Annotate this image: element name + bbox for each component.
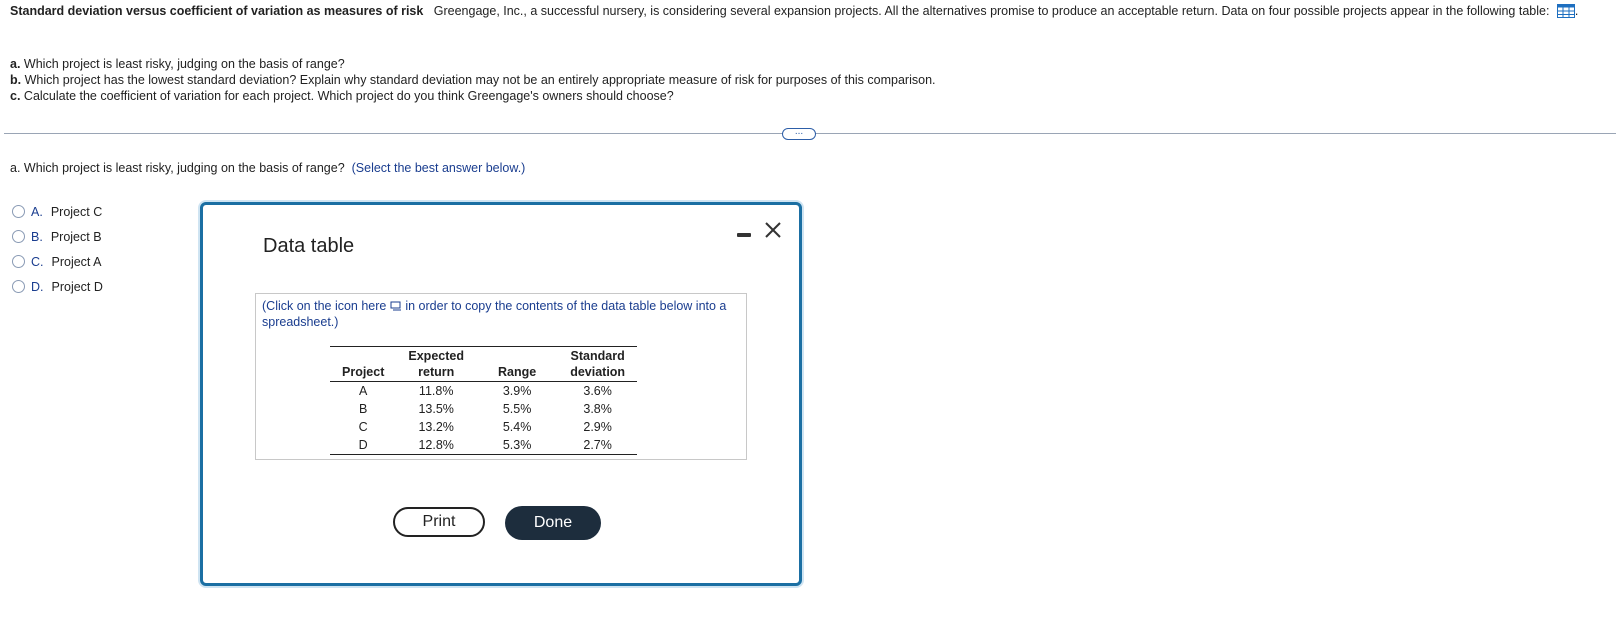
table-cell: 12.8% [418, 438, 454, 452]
table-cell: 3.9% [502, 384, 532, 398]
table-cell: 3.8% [583, 402, 612, 416]
problem-text: Greengage, Inc., a successful nursery, i… [433, 4, 1550, 18]
table-cell: B [359, 402, 368, 416]
table-cell: 5.5% [502, 402, 532, 416]
radio-icon[interactable] [12, 205, 25, 218]
copy-icon[interactable] [390, 299, 402, 311]
table-row: C 13.2% 5.4% 2.9% [330, 418, 637, 436]
column-header: Range [497, 365, 537, 379]
table-header-row: Project Expected return Range Standard dev… [330, 346, 638, 382]
table-cell: 2.7% [583, 438, 612, 452]
option-d[interactable]: D. Project D [12, 274, 103, 299]
option-c[interactable]: C. Project A [12, 249, 103, 274]
column-header: Project [342, 365, 385, 379]
table-grid-icon[interactable] [1556, 4, 1575, 18]
question-a-row: a. Which project is least risky, judging… [10, 57, 345, 71]
radio-icon[interactable] [12, 255, 25, 268]
answer-options: A. Project C B. Project B C. Project A D… [12, 199, 103, 299]
radio-icon[interactable] [12, 230, 25, 243]
data-table: Project Expected return Range Standard dev… [330, 346, 638, 455]
minimize-icon[interactable] [737, 233, 751, 237]
current-question-text: a. Which project is least risky, judging… [10, 161, 345, 175]
current-question-hint: (Select the best answer below.) [351, 161, 526, 175]
question-b-row: b. Which project has the lowest standard… [10, 73, 936, 87]
data-table-dialog: Data table (Click on the icon here in or… [200, 202, 802, 586]
column-header: Expected return [408, 349, 464, 379]
table-cell: 5.4% [502, 420, 532, 434]
table-row: D 12.8% 5.3% 2.7% [330, 436, 638, 455]
data-table-panel: (Click on the icon here in order to copy… [255, 293, 747, 460]
column-header: Standard deviation [570, 349, 626, 379]
table-cell: 3.6% [583, 384, 612, 398]
table-cell: D [358, 438, 368, 452]
question-c-row: c. Calculate the coefficient of variatio… [10, 89, 674, 103]
close-icon[interactable] [763, 219, 783, 241]
dialog-title: Data table [263, 235, 355, 257]
current-question: a. Which project is least risky, judging… [10, 161, 525, 175]
problem-title: Standard deviation versus coefficient of… [10, 4, 424, 18]
radio-icon[interactable] [12, 280, 25, 293]
table-row: A 11.8% 3.9% 3.6% [330, 382, 637, 401]
table-cell: 13.5% [418, 402, 454, 416]
table-cell: 5.3% [502, 438, 532, 452]
table-cell: 2.9% [583, 420, 612, 434]
table-cell: A [359, 384, 368, 398]
table-cell: C [358, 420, 368, 434]
copy-note: (Click on the icon here in order to copy… [262, 299, 727, 329]
done-button[interactable]: Done [505, 506, 601, 540]
more-button[interactable]: ... [782, 127, 816, 140]
option-a[interactable]: A. Project C [12, 199, 103, 224]
table-cell: 13.2% [418, 420, 454, 434]
option-b[interactable]: B. Project B [12, 224, 103, 249]
problem-intro: Standard deviation versus coefficient of… [10, 4, 1579, 18]
table-cell: 11.8% [418, 384, 454, 398]
print-button[interactable]: Print [393, 507, 485, 537]
question-list: a. Which project is least risky, judging… [10, 56, 936, 104]
table-row: B 13.5% 5.5% 3.8% [330, 400, 637, 418]
